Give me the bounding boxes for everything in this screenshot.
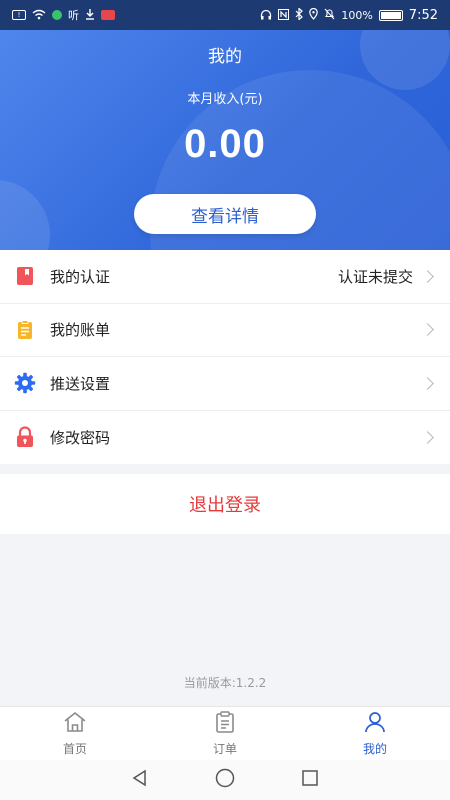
nfc-icon [278,8,290,22]
app-badge-icon [101,10,115,20]
settings-menu: 我的认证 认证未提交 我的账单 推送设置 修改密码 [0,250,450,464]
menu-item-label: 我的账单 [50,321,111,340]
tab-label: 我的 [362,741,387,756]
system-nav-bar [0,760,450,800]
status-left: ! 听 [12,8,115,22]
clock: 7:52 [408,7,438,23]
recents-icon[interactable] [301,769,319,791]
bottom-tab-bar: 首页 订单 我的 [0,706,450,760]
battery-percent: 100% [341,8,373,22]
location-icon [309,7,319,22]
net-label: 听 [68,8,79,22]
tab-orders[interactable]: 订单 [150,707,300,760]
menu-item-bills[interactable]: 我的账单 [0,304,450,357]
tab-home[interactable]: 首页 [0,707,150,760]
status-right: 100% 7:52 [260,7,438,23]
lock-icon [14,426,36,448]
chevron-right-icon [421,430,434,444]
mute-icon [324,8,335,22]
home-icon [63,711,87,737]
menu-item-label: 推送设置 [50,374,111,393]
gear-icon [14,372,36,394]
menu-item-change-password[interactable]: 修改密码 [0,411,450,465]
page-title: 我的 [208,47,242,67]
wifi-icon [32,9,46,22]
income-header: 我的 本月收入(元) 0.00 查看详情 [0,30,450,250]
sim-icon: ! [12,10,26,20]
certification-status: 认证未提交 [337,267,413,286]
app-dot-icon [52,10,62,20]
back-icon[interactable] [131,769,149,791]
chevron-right-icon [421,376,434,390]
menu-item-label: 我的认证 [50,267,111,286]
income-label: 本月收入(元) [187,92,263,107]
menu-item-certification[interactable]: 我的认证 认证未提交 [0,250,450,304]
order-icon [214,710,236,737]
bookmark-icon [14,265,36,287]
home-nav-icon[interactable] [215,768,235,792]
app-version: 当前版本:1.2.2 [183,676,267,690]
menu-item-label: 修改密码 [50,428,111,447]
bluetooth-icon [295,7,304,22]
battery-icon [378,9,403,21]
person-icon [363,711,387,737]
tab-mine[interactable]: 我的 [300,707,450,760]
logout-label: 退出登录 [189,495,261,516]
status-bar: ! 听 100% 7:52 [0,0,450,30]
menu-item-push-settings[interactable]: 推送设置 [0,357,450,411]
logout-button[interactable]: 退出登录 [0,474,450,534]
headset-icon [260,9,272,22]
income-value: 0.00 [184,122,266,166]
chevron-right-icon [421,323,434,337]
tab-label: 首页 [62,741,87,756]
chevron-right-icon [421,269,434,283]
decor-circle [0,180,50,250]
view-details-button[interactable]: 查看详情 [134,194,316,234]
download-icon [85,8,95,22]
clipboard-icon [14,319,36,341]
tab-label: 订单 [212,741,237,756]
